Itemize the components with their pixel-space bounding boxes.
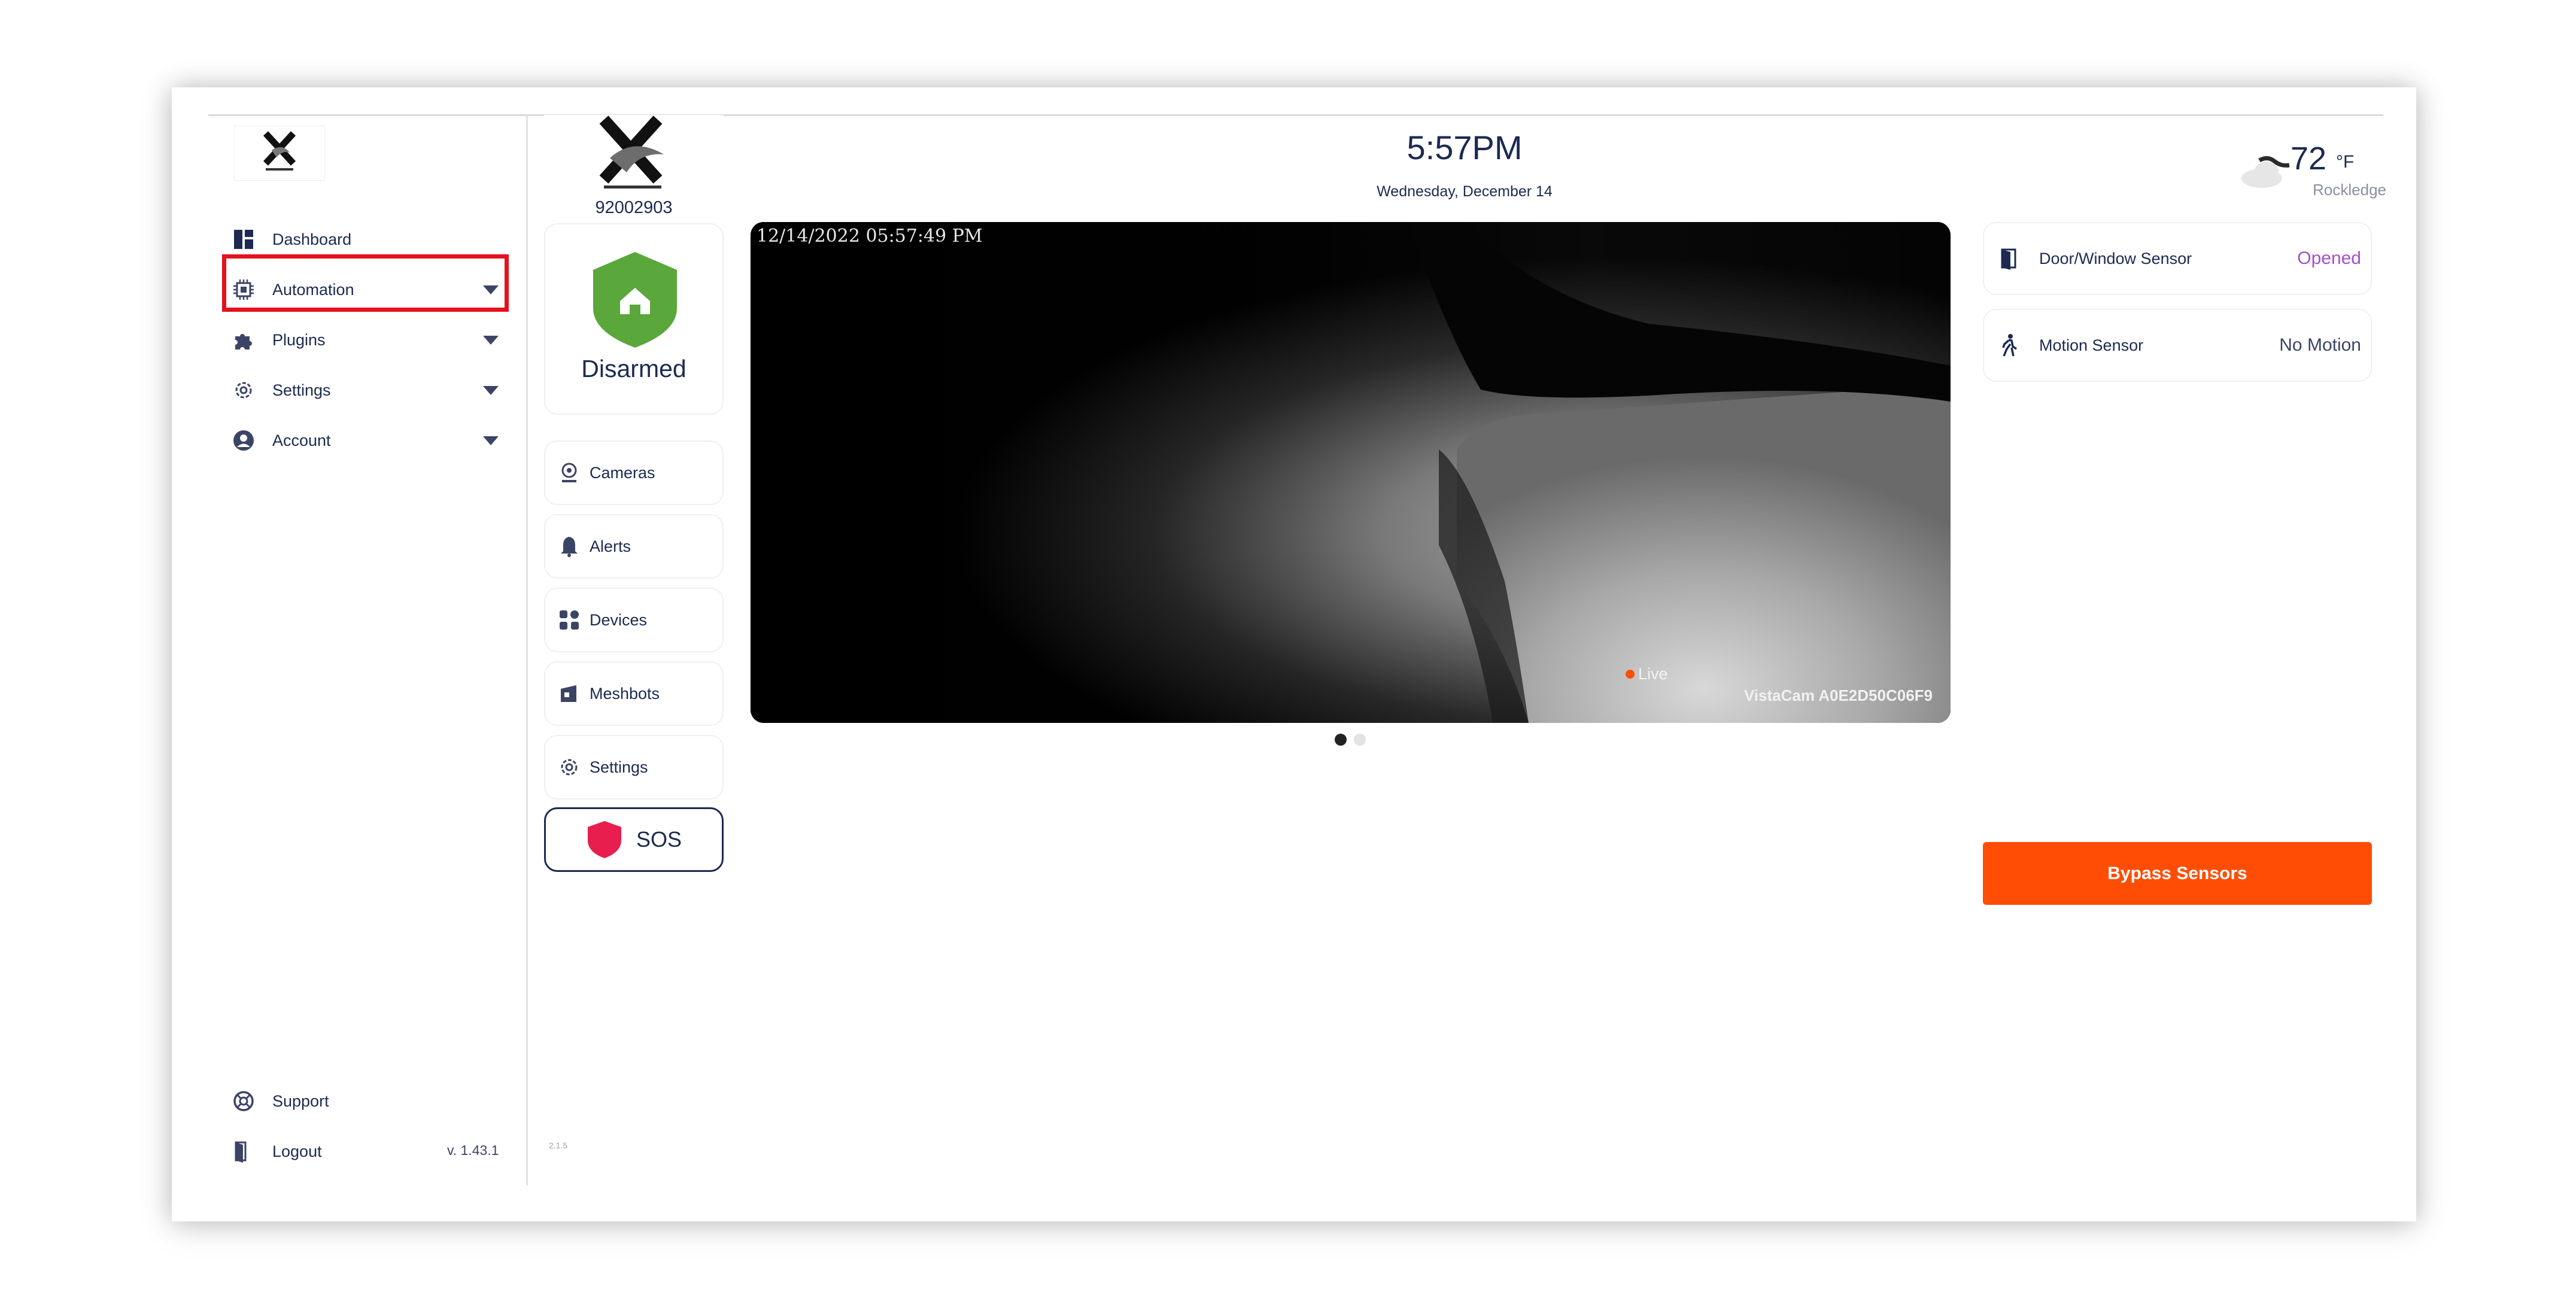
live-dot-icon bbox=[1626, 670, 1635, 679]
app-window: Dashboard Automation Plugins Settings Ac… bbox=[172, 87, 2416, 1221]
menu-label: Alerts bbox=[590, 537, 631, 555]
live-label: Live bbox=[1638, 665, 1668, 683]
menu-label: Devices bbox=[590, 610, 648, 629]
account-circle-icon bbox=[232, 428, 256, 452]
bypass-sensors-button[interactable]: Bypass Sensors bbox=[1983, 842, 2372, 905]
chevron-down-icon bbox=[483, 386, 499, 395]
devices-grid-icon bbox=[557, 608, 581, 632]
live-indicator: Live bbox=[1626, 665, 1668, 683]
gear-icon bbox=[232, 378, 256, 402]
shield-home-icon bbox=[593, 252, 677, 348]
lifebuoy-icon bbox=[232, 1089, 256, 1113]
account-number: 92002903 bbox=[595, 198, 673, 217]
carousel-pager bbox=[1335, 734, 1366, 746]
app-version: v. 1.43.1 bbox=[447, 1142, 499, 1158]
gear-icon bbox=[557, 755, 581, 779]
sidebar-item-label: Dashboard bbox=[272, 230, 352, 248]
security-status-card[interactable]: Disarmed bbox=[544, 223, 724, 415]
sidebar-item-label: Support bbox=[272, 1092, 329, 1110]
menu-label: Cameras bbox=[590, 463, 655, 482]
sidebar-item-settings[interactable]: Settings bbox=[226, 369, 507, 411]
sensor-status: No Motion bbox=[2279, 335, 2361, 355]
brand-logo[interactable] bbox=[234, 126, 325, 181]
automation-highlight-box bbox=[222, 254, 509, 312]
sidebar-divider bbox=[526, 115, 528, 1186]
sos-label: SOS bbox=[636, 827, 682, 852]
cameras-button[interactable]: Cameras bbox=[544, 440, 724, 505]
sidebar-item-plugins[interactable]: Plugins bbox=[226, 319, 507, 361]
security-status-label: Disarmed bbox=[581, 355, 686, 382]
meshbot-icon bbox=[557, 682, 581, 706]
sidebar-item-label: Account bbox=[272, 431, 331, 449]
panel-settings-button[interactable]: Settings bbox=[544, 735, 724, 800]
sos-shield-icon bbox=[587, 821, 621, 858]
camera-icon bbox=[557, 461, 581, 485]
camera-name: VistaCam A0E2D50C06F9 bbox=[1743, 686, 1933, 704]
sensor-card-motion[interactable]: Motion Sensor No Motion bbox=[1983, 309, 2372, 382]
sidebar-item-label: Logout bbox=[272, 1142, 322, 1160]
camera-timestamp: 12/14/2022 05:57:49 PM bbox=[757, 226, 983, 247]
weather-location: Rockledge bbox=[2313, 181, 2386, 199]
devices-button[interactable]: Devices bbox=[544, 588, 724, 652]
camera-feed[interactable]: 12/14/2022 05:57:49 PM Live VistaCam A0E… bbox=[751, 222, 1951, 723]
build-number: 2.1.5 bbox=[549, 1141, 568, 1150]
panel-brand-logo bbox=[544, 115, 724, 193]
sensor-name: Motion Sensor bbox=[2039, 336, 2144, 354]
cloud-wind-icon bbox=[2241, 156, 2290, 188]
sensor-status: Opened bbox=[2297, 248, 2361, 268]
top-divider bbox=[208, 114, 2383, 116]
sensor-card-door-window[interactable]: Door/Window Sensor Opened bbox=[1983, 222, 2372, 295]
meshbots-button[interactable]: Meshbots bbox=[544, 661, 724, 726]
sidebar-item-support[interactable]: Support bbox=[226, 1080, 507, 1122]
sidebar-item-account[interactable]: Account bbox=[226, 420, 507, 461]
menu-label: Settings bbox=[590, 758, 648, 776]
sidebar-item-label: Plugins bbox=[272, 330, 326, 349]
bell-icon bbox=[557, 534, 581, 558]
puzzle-icon bbox=[232, 328, 256, 352]
sensor-name: Door/Window Sensor bbox=[2039, 249, 2192, 268]
door-exit-icon bbox=[232, 1139, 256, 1163]
chevron-down-icon bbox=[483, 336, 499, 345]
chevron-down-icon bbox=[483, 436, 499, 445]
menu-label: Meshbots bbox=[590, 684, 660, 703]
clock-date: Wednesday, December 14 bbox=[1377, 183, 1553, 200]
temperature-unit: °F bbox=[2336, 152, 2355, 172]
dashboard-icon bbox=[232, 227, 256, 251]
pager-dot-1[interactable] bbox=[1335, 734, 1347, 746]
camera-image bbox=[751, 222, 1951, 723]
sidebar-item-label: Settings bbox=[272, 381, 331, 399]
alerts-button[interactable]: Alerts bbox=[544, 514, 724, 579]
pager-dot-2[interactable] bbox=[1354, 734, 1366, 746]
clock-time: 5:57PM bbox=[1407, 129, 1523, 166]
walking-person-icon bbox=[1997, 333, 2021, 357]
temperature: 72 bbox=[2291, 141, 2327, 177]
door-icon bbox=[1997, 247, 2021, 270]
sos-button[interactable]: SOS bbox=[544, 807, 724, 872]
